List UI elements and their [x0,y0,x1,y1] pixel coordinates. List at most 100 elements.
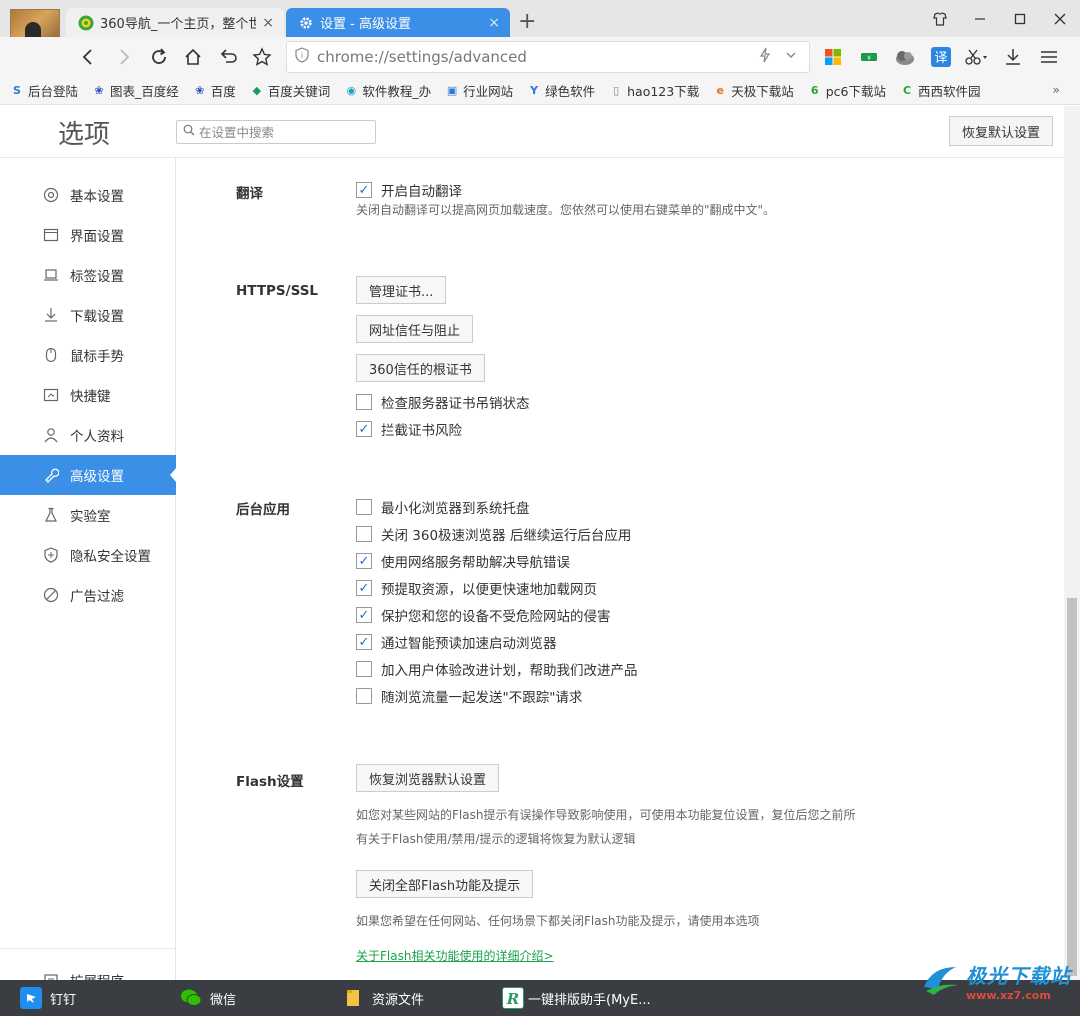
bookmark-item[interactable]: e 天极下载站 [713,81,793,100]
checkbox[interactable] [356,421,372,437]
translate-icon[interactable]: 译 [928,44,954,70]
bookmark-item[interactable]: 6 pc6下载站 [808,81,886,100]
sidebar-item[interactable]: 快捷键 [0,375,176,415]
settings-search[interactable] [176,120,376,144]
disable-all-flash-button[interactable]: 关闭全部Flash功能及提示 [356,870,534,898]
bookmark-label: 后台登陆 [28,84,79,99]
bookmark-item[interactable]: ◉ 软件教程_办 [344,81,432,100]
download-icon[interactable] [1000,44,1026,70]
restore-defaults-button[interactable]: 恢复默认设置 [949,116,1053,146]
address-bar[interactable]: i chrome://settings/advanced [286,41,810,73]
home-icon[interactable] [180,44,206,70]
url-text[interactable]: chrome://settings/advanced [317,48,759,66]
chevron-down-icon[interactable] [785,47,797,67]
bookmark-item[interactable]: ▣ 行业网站 [445,81,513,100]
checkbox-row[interactable]: 通过智能预读加速启动浏览器 [356,632,557,652]
bookmark-item[interactable]: ❀ 百度 [193,81,236,100]
checkbox-row[interactable]: 使用网络服务帮助解决导航错误 [356,551,570,571]
skin-icon[interactable] [920,0,960,37]
checkbox[interactable] [356,553,372,569]
aurora-logo-icon [920,961,962,1001]
minimize-icon[interactable] [960,0,1000,37]
bookmark-item[interactable]: Y 绿色软件 [527,81,595,100]
sidebar-item[interactable]: 界面设置 [0,215,176,255]
settings-circle-icon [42,186,60,204]
sidebar-item[interactable]: 基本设置 [0,175,176,215]
sidebar-item-label: 实验室 [70,509,111,525]
checkbox[interactable] [356,499,372,515]
checkbox-label: 使用网络服务帮助解决导航错误 [381,555,570,571]
sidebar-item[interactable]: 个人资料 [0,415,176,455]
more-bookmarks-icon[interactable]: » [1052,82,1060,97]
menu-icon[interactable] [1036,44,1062,70]
checkbox[interactable] [356,634,372,650]
star-icon[interactable] [249,44,275,70]
page-scrollbar[interactable] [1064,106,1080,980]
bookmark-item[interactable]: C 西西软件园 [900,81,981,100]
sidebar-item[interactable]: 实验室 [0,495,176,535]
cloud-icon[interactable] [892,44,918,70]
new-tab-button[interactable]: + [518,10,536,34]
checkbox[interactable] [356,182,372,198]
extension-bar: ¥ 译 [820,44,1062,70]
bookmark-item[interactable]: ❀ 图表_百度经 [92,81,178,100]
back-icon[interactable] [75,44,101,70]
close-window-icon[interactable] [1040,0,1080,37]
sidebar-item[interactable]: 高级设置 [0,455,177,495]
close-icon[interactable]: × [262,15,274,31]
bookmark-item[interactable]: S 后台登陆 [10,81,78,100]
sidebar-item-label: 下载设置 [70,309,124,325]
sidebar-item[interactable]: 鼠标手势 [0,335,176,375]
checkbox-row[interactable]: 保护您和您的设备不受危险网站的侵害 [356,605,611,625]
tab-360-nav[interactable]: 360导航_一个主页，整个世界 × [66,8,284,37]
tab-settings[interactable]: 设置 - 高级设置 × [286,8,510,37]
search-input[interactable] [199,124,369,140]
checkbox-cert-revocation[interactable]: 检查服务器证书吊销状态 [356,392,530,412]
manage-certificates-button[interactable]: 管理证书... [356,276,447,304]
scrollbar-thumb[interactable] [1067,598,1077,976]
taskbar-item-wechat[interactable]: 微信 [180,980,236,1016]
bookmark-item[interactable]: ◆ 百度关键词 [250,81,331,100]
close-icon[interactable]: × [488,15,500,31]
url-trust-block-button[interactable]: 网址信任与阻止 [356,315,474,343]
window-controls [920,0,1080,37]
sidebar-item[interactable]: 标签设置 [0,255,176,295]
checkbox[interactable] [356,394,372,410]
checkbox-row[interactable]: 预提取资源，以便更快速地加载网页 [356,578,597,598]
checkbox-row[interactable]: 加入用户体验改进计划，帮助我们改进产品 [356,659,638,679]
sidebar-item[interactable]: 广告过滤 [0,575,176,615]
flash-restore-desc-line1: 如您对某些网站的Flash提示有误操作导致影响使用，可使用本功能复位设置，复位后… [356,808,856,822]
taskbar-item-dingtalk[interactable]: 钉钉 [20,980,76,1016]
checkbox-row[interactable]: 随浏览流量一起发送"不跟踪"请求 [356,686,582,706]
checkbox[interactable] [356,580,372,596]
sidebar-item[interactable]: 隐私安全设置 [0,535,176,575]
bookmark-item[interactable]: ▯ hao123下载 [609,81,699,100]
checkbox[interactable] [356,607,372,623]
checkbox-label: 保护您和您的设备不受危险网站的侵害 [381,609,611,625]
checkbox-label: 拦截证书风险 [381,423,462,439]
green-ticket-icon[interactable]: ¥ [856,44,882,70]
undo-icon[interactable] [215,44,241,70]
checkbox[interactable] [356,526,372,542]
trusted-root-certs-button[interactable]: 360信任的根证书 [356,354,485,382]
forward-icon[interactable] [111,44,137,70]
checkbox-auto-translate[interactable]: 开启自动翻译 [356,180,462,200]
restore-browser-defaults-button[interactable]: 恢复浏览器默认设置 [356,764,500,792]
checkbox-row[interactable]: 关闭 360极速浏览器 后继续运行后台应用 [356,524,631,544]
checkbox-row[interactable]: 最小化浏览器到系统托盘 [356,497,530,517]
checkbox[interactable] [356,688,372,704]
taskbar-item-myeditor[interactable]: R 一键排版助手(MyE... [502,980,651,1016]
checkbox-block-cert-risk[interactable]: 拦截证书风险 [356,419,462,439]
security-shield-icon[interactable]: i [295,47,309,67]
maximize-icon[interactable] [1000,0,1040,37]
taskbar-item-resource-folder[interactable]: 资源文件 [342,980,424,1016]
lightning-icon[interactable] [759,47,771,67]
sidebar-item[interactable]: 下载设置 [0,295,176,335]
reload-icon[interactable] [146,44,172,70]
windows-apps-icon[interactable] [820,44,846,70]
industry-icon: ▣ [446,84,458,97]
scissors-icon[interactable] [964,44,990,70]
checkbox[interactable] [356,661,372,677]
flash-disable-desc: 如果您希望在任何网站、任何场景下都关闭Flash功能及提示，请使用本选项 [356,914,760,928]
flash-details-link[interactable]: 关于Flash相关功能使用的详细介绍> [356,947,554,964]
